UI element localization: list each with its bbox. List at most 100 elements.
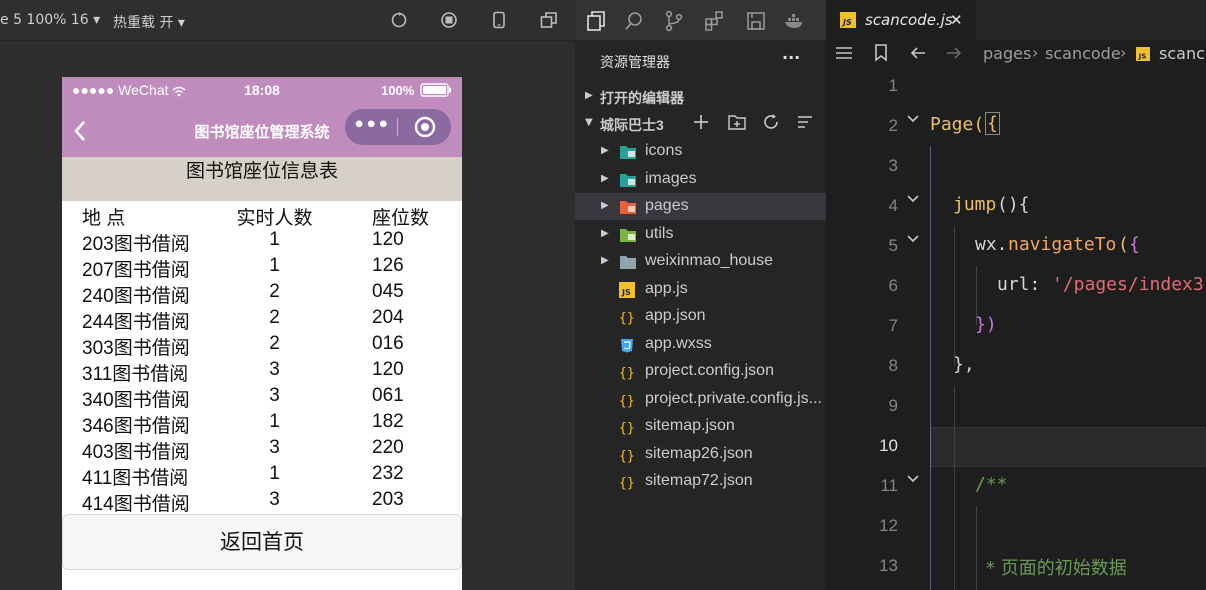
fold-chevron-icon[interactable] (906, 190, 920, 204)
svg-text:{}: {} (619, 394, 635, 408)
cell-realtime-count: 3 (269, 359, 280, 380)
tree-item-sitemap26-json[interactable]: {} sitemap26.json (575, 441, 826, 468)
bookmark-icon[interactable] (874, 44, 888, 66)
editor-tab-bar: JS scancode.js ✕ (826, 0, 1206, 40)
explorer-files-icon[interactable] (585, 10, 607, 32)
tree-item-sitemap72-json[interactable]: {} sitemap72.json (575, 468, 826, 495)
code-url-string: '/pages/index3 (1052, 274, 1204, 295)
list-icon[interactable] (834, 44, 854, 66)
save-disk-icon[interactable] (745, 10, 767, 32)
table-row: 244图书借阅 2 204 (62, 307, 462, 333)
search-icon[interactable] (623, 10, 645, 32)
svg-text:{}: {} (619, 476, 635, 490)
detach-window-icon[interactable] (540, 11, 558, 29)
refresh-icon[interactable] (390, 11, 408, 29)
more-icon[interactable]: ••• (353, 114, 389, 136)
tree-item-pages[interactable]: ▶ pages (575, 193, 826, 220)
phone-preview-icon[interactable] (490, 11, 508, 29)
table-row: 346图书借阅 1 182 (62, 411, 462, 437)
source-control-icon[interactable] (663, 10, 685, 32)
cell-realtime-count: 1 (269, 411, 280, 432)
line-number: 7 (888, 316, 898, 335)
device-selector[interactable]: e 5 100% 16 ▾ (0, 12, 100, 28)
return-home-button[interactable]: 返回首页 (62, 514, 462, 570)
json-file-icon: {} (619, 309, 637, 326)
cell-seat-count: 232 (372, 463, 404, 484)
tree-item-label: project.private.config.js... (645, 389, 822, 407)
cell-seat-count: 203 (372, 489, 404, 510)
new-folder-icon[interactable] (727, 113, 747, 135)
tab-scancode-js[interactable]: JS scancode.js ✕ (826, 0, 976, 40)
code-jump-fn: jump (953, 194, 997, 215)
js-file-icon: JS (840, 12, 856, 32)
project-section[interactable]: ▼ 城际巴士3 (575, 110, 826, 137)
js-file-icon: JS (1136, 46, 1150, 65)
cell-location: 303图书借阅 (82, 338, 190, 359)
breadcrumb-scancode[interactable]: scancode (1045, 44, 1121, 63)
forward-arrow-icon[interactable] (944, 44, 964, 66)
json-file-icon: {} (619, 447, 637, 464)
code-page-call: Page( (930, 114, 985, 135)
line-number: 5 (888, 236, 898, 255)
table-row: 403图书借阅 3 220 (62, 437, 462, 463)
close-capsule-icon[interactable] (414, 116, 436, 142)
tree-item-sitemap-json[interactable]: {} sitemap.json (575, 413, 826, 440)
table-header: 地 点 实时人数 座位数 (62, 203, 462, 229)
cell-seat-count: 126 (372, 255, 404, 276)
collapse-all-icon[interactable] (796, 113, 814, 135)
close-tab-icon[interactable]: ✕ (950, 11, 963, 29)
svg-text:JS: JS (621, 288, 631, 297)
status-bar: ●●●●● WeChat 18:08 100% (62, 77, 462, 105)
new-file-icon[interactable] (692, 113, 710, 135)
breadcrumb-file[interactable]: scancc (1159, 44, 1206, 63)
cell-realtime-count: 2 (269, 333, 280, 354)
fold-chevron-icon[interactable] (906, 470, 920, 484)
json-file-icon: {} (619, 419, 637, 436)
css-file-icon (619, 337, 637, 353)
back-icon[interactable] (72, 119, 88, 147)
cell-realtime-count: 3 (269, 437, 280, 458)
tree-item-app-js[interactable]: JS app.js (575, 276, 826, 303)
battery-icon (420, 83, 452, 100)
fold-chevron-icon[interactable] (906, 230, 920, 244)
tree-item-images[interactable]: ▶ images (575, 166, 826, 193)
cell-location: 244图书借阅 (82, 312, 190, 333)
fold-chevron-icon[interactable] (906, 110, 920, 124)
tree-item-app-wxss[interactable]: app.wxss (575, 331, 826, 358)
folder-icons-icon (619, 144, 637, 160)
chevron-right-icon: ▶ (601, 255, 609, 266)
status-time: 18:08 (244, 82, 280, 98)
code-editor[interactable]: 1 2 3 4 5 6 7 8 9 10 11 12 13 Page( { jump (){ wx. n… (826, 68, 1206, 590)
line-number: 4 (888, 196, 898, 215)
hot-reload-toggle[interactable]: 热重载 开 ▾ (113, 12, 185, 32)
explorer-more-icon[interactable]: ··· (782, 48, 800, 67)
stop-record-icon[interactable] (440, 11, 458, 29)
table-row: 311图书借阅 3 120 (62, 359, 462, 385)
docker-whale-icon[interactable] (783, 10, 805, 32)
line-number: 13 (879, 556, 898, 575)
tab-label: scancode.js (865, 11, 953, 29)
table-row: 207图书借阅 1 126 (62, 255, 462, 281)
tree-item-weixinmao-house[interactable]: ▶ weixinmao_house (575, 248, 826, 275)
back-arrow-icon[interactable] (908, 44, 928, 66)
folder-icon (619, 254, 637, 270)
line-number: 9 (888, 396, 898, 415)
tree-item-icons[interactable]: ▶ icons (575, 138, 826, 165)
refresh-explorer-icon[interactable] (762, 113, 780, 135)
line-number: 1 (888, 76, 898, 95)
line-number: 8 (888, 356, 898, 375)
table-row: 340图书借阅 3 061 (62, 385, 462, 411)
tree-item-label: weixinmao_house (645, 252, 774, 269)
cell-location: 411图书借阅 (82, 468, 189, 489)
open-editors-section[interactable]: ▶ 打开的编辑器 (575, 83, 826, 110)
chevron-down-icon: ▼ (585, 117, 593, 128)
tree-item-app-json[interactable]: {} app.json (575, 303, 826, 330)
extensions-icon[interactable] (703, 10, 725, 32)
tree-item-project-private-config-js[interactable]: {} project.private.config.js... (575, 386, 826, 413)
tree-item-project-config-json[interactable]: {} project.config.json (575, 358, 826, 385)
table-row: 303图书借阅 2 016 (62, 333, 462, 359)
breadcrumb-pages[interactable]: pages (983, 44, 1031, 63)
tree-item-utils[interactable]: ▶ utils (575, 221, 826, 248)
seat-table: 地 点 实时人数 座位数 203图书借阅 1 120 207图书借阅 1 126 240图书… (62, 201, 462, 515)
code-paren: ( (1118, 234, 1129, 255)
